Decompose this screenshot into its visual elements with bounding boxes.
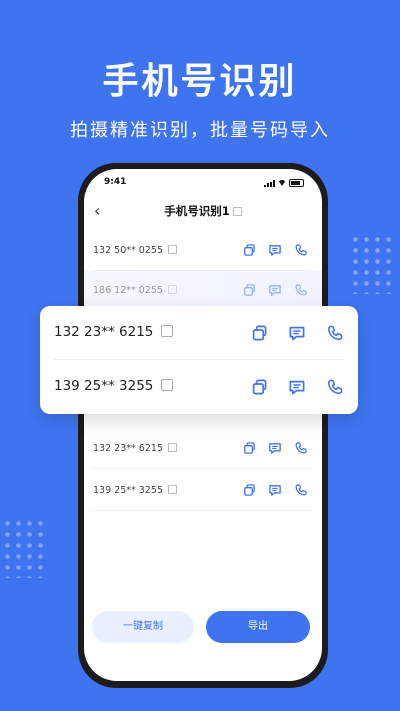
phone-call-icon[interactable] xyxy=(294,441,308,455)
edit-icon[interactable] xyxy=(167,245,177,254)
phone-call-icon[interactable] xyxy=(294,283,308,297)
edit-icon[interactable] xyxy=(167,285,177,294)
decorative-dots xyxy=(2,518,46,578)
phone-screen: 9:41 ‹ 手机号识别1 132 50** 0255 186 12** 025… xyxy=(84,169,322,681)
status-icons xyxy=(264,179,304,187)
phone-number-text: 139 25** 3255 xyxy=(54,378,154,394)
message-icon[interactable] xyxy=(288,378,306,396)
signal-icon xyxy=(264,179,275,187)
highlight-card: 132 23** 6215 139 25** 3255 xyxy=(40,306,358,414)
message-icon[interactable] xyxy=(288,324,306,342)
edit-icon[interactable] xyxy=(232,207,242,216)
message-icon[interactable] xyxy=(268,483,282,497)
list-item: 139 25** 3255 xyxy=(40,360,358,414)
phone-number: 139 25** 3255 xyxy=(54,378,174,394)
page-title-text: 手机号识别1 xyxy=(164,204,230,218)
export-button[interactable]: 导出 xyxy=(206,611,310,643)
wifi-icon xyxy=(278,180,286,186)
promo-subline: 拍摄精准识别，批量号码导入 xyxy=(70,120,330,141)
list-item: 132 50** 0255 xyxy=(84,231,322,271)
promo-headline: 手机号识别 xyxy=(102,61,298,102)
phone-call-icon[interactable] xyxy=(294,483,308,497)
copy-icon[interactable] xyxy=(242,483,256,497)
list-item: 186 12** 0255 xyxy=(84,271,322,311)
edit-icon[interactable] xyxy=(161,325,174,337)
copy-icon[interactable] xyxy=(250,378,268,396)
message-icon[interactable] xyxy=(268,283,282,297)
message-icon[interactable] xyxy=(268,243,282,257)
page-title[interactable]: 手机号识别1 xyxy=(84,203,322,219)
edit-icon[interactable] xyxy=(167,443,177,452)
phone-number-text: 132 50** 0255 xyxy=(93,245,163,256)
edit-icon[interactable] xyxy=(167,485,177,494)
phone-call-icon[interactable] xyxy=(326,378,344,396)
phone-number: 132 23** 6215 xyxy=(54,324,174,340)
phone-number-text: 132 23** 6215 xyxy=(54,324,154,340)
copy-icon[interactable] xyxy=(242,441,256,455)
phone-number: 139 25** 3255 xyxy=(93,485,177,496)
phone-number-text: 132 23** 6215 xyxy=(93,443,163,454)
copy-icon[interactable] xyxy=(250,324,268,342)
list-item: 132 23** 6215 xyxy=(40,306,358,360)
decorative-dots xyxy=(350,234,394,294)
copy-icon[interactable] xyxy=(242,243,256,257)
copy-icon[interactable] xyxy=(242,283,256,297)
phone-number: 132 50** 0255 xyxy=(93,245,177,256)
list-item: 132 23** 6215 xyxy=(84,429,322,469)
status-time: 9:41 xyxy=(104,177,127,187)
phone-number-text: 186 12** 0255 xyxy=(93,285,163,296)
edit-icon[interactable] xyxy=(161,379,174,391)
phone-call-icon[interactable] xyxy=(326,324,344,342)
phone-number: 132 23** 6215 xyxy=(93,443,177,454)
phone-call-icon[interactable] xyxy=(294,243,308,257)
battery-icon xyxy=(289,179,304,187)
phone-number-text: 139 25** 3255 xyxy=(93,485,163,496)
copy-all-button[interactable]: 一键复制 xyxy=(92,611,194,643)
message-icon[interactable] xyxy=(268,441,282,455)
list-item: 139 25** 3255 xyxy=(84,471,322,511)
phone-number: 186 12** 0255 xyxy=(93,285,177,296)
